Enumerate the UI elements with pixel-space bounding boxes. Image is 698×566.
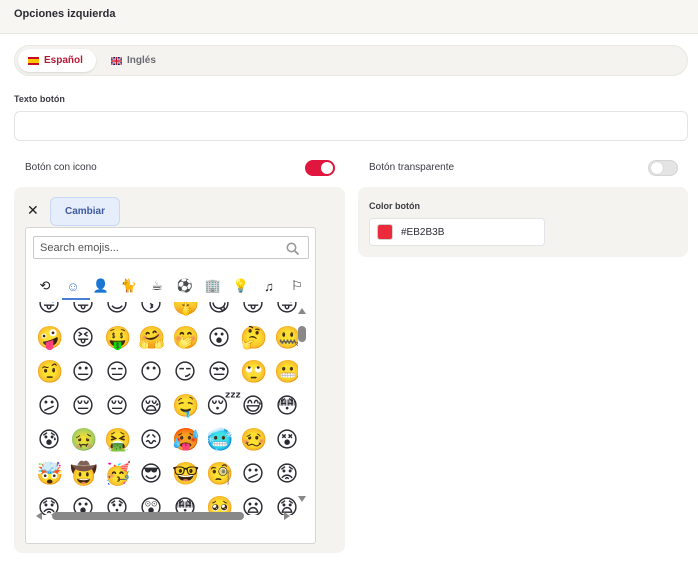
- emoji-cell[interactable]: 🤐: [274, 326, 298, 352]
- button-color-field[interactable]: #EB2B3B: [369, 218, 545, 246]
- emoji-cell[interactable]: 😔: [104, 394, 130, 420]
- scroll-down-arrow-icon[interactable]: [298, 496, 306, 502]
- tab-english[interactable]: Inglés: [101, 49, 166, 72]
- emoji-cell[interactable]: 😔: [70, 394, 96, 420]
- category-food-icon[interactable]: ☕: [146, 276, 168, 296]
- emoji-cell[interactable]: 😬: [274, 360, 298, 386]
- button-text-input[interactable]: [14, 111, 688, 141]
- emoji-cell[interactable]: 😝: [70, 326, 96, 352]
- color-hex-value: #EB2B3B: [401, 227, 445, 238]
- emoji-cell[interactable]: 😕: [240, 462, 266, 488]
- panel-title: Opciones izquierda: [14, 8, 116, 20]
- emoji-cell[interactable]: 🤨: [36, 360, 63, 386]
- emoji-cell[interactable]: 🧐: [206, 462, 233, 488]
- button-color-label: Color botón: [369, 201, 420, 211]
- color-swatch[interactable]: [377, 224, 393, 240]
- transparent-button-label: Botón transparente: [369, 162, 455, 173]
- category-smileys-icon[interactable]: ☺: [62, 276, 84, 296]
- category-recent-icon[interactable]: ⟲: [34, 276, 56, 296]
- emoji-cell[interactable]: 🤤: [172, 394, 199, 420]
- button-icon-label: Botón con icono: [25, 162, 97, 173]
- category-travel-icon[interactable]: 🏢: [202, 276, 224, 296]
- tab-spanish[interactable]: Español: [18, 49, 96, 72]
- change-button[interactable]: Cambiar: [50, 197, 120, 226]
- emoji-cell[interactable]: 😛: [70, 302, 96, 318]
- emoji-cell[interactable]: 😮: [206, 326, 232, 352]
- emoji-cell[interactable]: 😵: [274, 428, 298, 454]
- scroll-thumb[interactable]: [52, 512, 244, 520]
- emoji-cell[interactable]: 😟: [274, 462, 298, 488]
- emoji-cell[interactable]: 🤮: [104, 428, 131, 454]
- search-icon: [286, 242, 300, 256]
- close-icon[interactable]: ✕: [27, 202, 39, 219]
- emoji-cell[interactable]: 😜: [36, 302, 62, 318]
- emoji-cell[interactable]: 😖: [138, 428, 164, 454]
- emoji-cell[interactable]: 😒: [206, 360, 232, 386]
- scroll-right-arrow-icon[interactable]: [284, 512, 290, 520]
- emoji-cell[interactable]: 🤯: [36, 462, 63, 488]
- emoji-cell[interactable]: 🤠: [70, 462, 97, 488]
- category-people-icon[interactable]: 👤: [90, 276, 112, 296]
- emoji-cell[interactable]: 😎: [138, 462, 164, 488]
- language-tabs: Español Inglés: [14, 45, 688, 76]
- emoji-cell[interactable]: 😑: [104, 360, 130, 386]
- tab-english-label: Inglés: [127, 55, 156, 66]
- emoji-cell[interactable]: 😕: [36, 394, 62, 420]
- emoji-cell[interactable]: 🤗: [138, 326, 165, 352]
- category-objects-icon[interactable]: 💡: [230, 276, 252, 296]
- emoji-cell[interactable]: 😶: [138, 360, 164, 386]
- emoji-cell[interactable]: 😛: [240, 302, 266, 318]
- category-animals-icon[interactable]: 🐈: [118, 276, 140, 296]
- emoji-cell[interactable]: 😰: [36, 428, 62, 454]
- scroll-thumb[interactable]: [298, 326, 306, 342]
- emoji-grid: 😜 😛 😊 😚 🤫 😋 😛 😜 🤪 😝 🤑 🤗 🤭 😮 🤔 🤐 🤨 😐 😑 😶 😏 😒 🙄 😬 😕 😔 😔 😪 🤤 😴😅 😳 😰 🤢 🤮 😖 🥵 🥶 🥴 😵…: [34, 302, 298, 515]
- button-icon-toggle[interactable]: [305, 160, 335, 176]
- emoji-cell[interactable]: 🤭: [172, 326, 199, 352]
- emoji-cell[interactable]: 🤪: [36, 326, 63, 352]
- emoji-cell[interactable]: 😐: [70, 360, 96, 386]
- transparent-button-toggle[interactable]: [648, 160, 678, 176]
- tab-spanish-label: Español: [44, 55, 83, 66]
- emoji-horizontal-scrollbar[interactable]: [36, 511, 292, 521]
- uk-flag-icon: [111, 56, 122, 65]
- emoji-cell[interactable]: 🙄: [240, 360, 267, 386]
- emoji-cell[interactable]: 😚: [138, 302, 164, 318]
- emoji-cell[interactable]: 😅: [240, 394, 266, 420]
- scroll-left-arrow-icon[interactable]: [36, 512, 42, 520]
- category-selected-indicator: [62, 298, 90, 300]
- button-text-label: Texto botón: [14, 94, 65, 104]
- emoji-cell[interactable]: 😪: [138, 394, 164, 420]
- toggle-knob: [651, 162, 663, 174]
- emoji-cell[interactable]: 🥵: [172, 428, 199, 454]
- category-symbols-icon[interactable]: ♫: [258, 276, 280, 296]
- emoji-cell[interactable]: 🤓: [172, 462, 199, 488]
- spain-flag-icon: [28, 56, 39, 65]
- emoji-cell[interactable]: 🤑: [104, 326, 131, 352]
- category-flags-icon[interactable]: ⚐: [286, 276, 308, 296]
- panel-header: Opciones izquierda: [0, 0, 698, 34]
- emoji-cell[interactable]: 🤢: [70, 428, 97, 454]
- emoji-cell[interactable]: 🥶: [206, 428, 233, 454]
- emoji-cell[interactable]: 😜: [274, 302, 298, 318]
- emoji-cell[interactable]: 🤔: [240, 326, 267, 352]
- emoji-cell[interactable]: 😴: [206, 394, 241, 420]
- emoji-cell[interactable]: 😊: [104, 302, 130, 318]
- emoji-cell[interactable]: 🤫: [172, 302, 199, 318]
- emoji-search-input[interactable]: [33, 236, 309, 259]
- emoji-picker: ⟲ ☺ 👤 🐈 ☕ ⚽ 🏢 💡 ♫ ⚐ 😜 😛 😊 😚 🤫 😋 😛 😜 🤪 😝 🤑 🤗 🤭 😮 🤔 🤐 🤨 😐 😑 😶 😏 😒 🙄 😬 😕 😔 😔 😪 🤤…: [25, 227, 316, 544]
- emoji-vertical-scrollbar[interactable]: [297, 308, 307, 503]
- toggle-knob: [321, 162, 333, 174]
- emoji-category-bar: ⟲ ☺ 👤 🐈 ☕ ⚽ 🏢 💡 ♫ ⚐: [34, 274, 314, 302]
- scroll-up-arrow-icon[interactable]: [298, 308, 306, 314]
- emoji-cell[interactable]: 😋: [206, 302, 232, 318]
- emoji-cell[interactable]: 🥳: [104, 462, 131, 488]
- emoji-cell[interactable]: 😳: [274, 394, 298, 420]
- emoji-cell[interactable]: 🥴: [240, 428, 267, 454]
- category-activities-icon[interactable]: ⚽: [174, 276, 196, 296]
- emoji-cell[interactable]: 😏: [172, 360, 198, 386]
